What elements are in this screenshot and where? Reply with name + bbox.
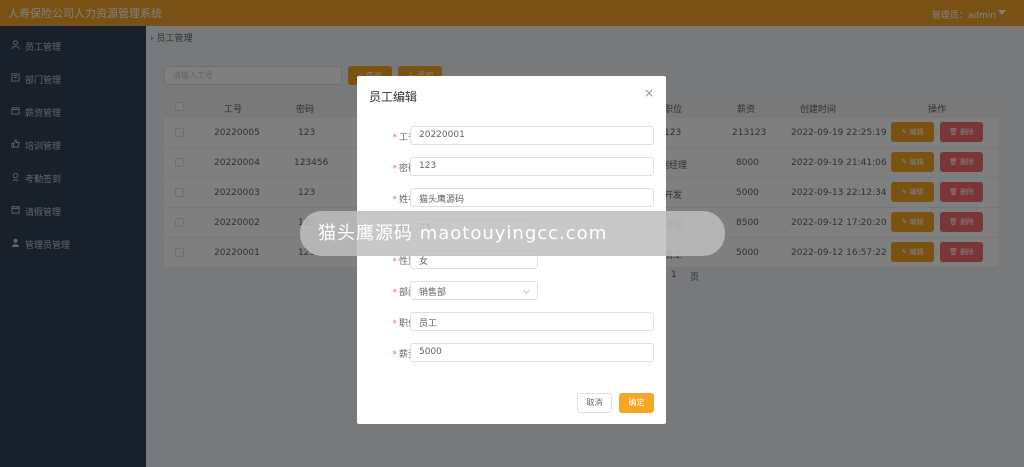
close-icon[interactable]: × bbox=[644, 86, 654, 100]
department-select-value: 销售部 bbox=[419, 288, 447, 298]
salary-field[interactable]: 5000 bbox=[410, 343, 654, 362]
watermark: 猫头鹰源码 maotouyingcc.com bbox=[300, 211, 725, 256]
position-field[interactable]: 员工 bbox=[410, 312, 654, 331]
id-field[interactable]: 20220001 bbox=[410, 126, 654, 145]
password-field[interactable]: 123 bbox=[410, 157, 654, 176]
chevron-down-icon bbox=[522, 286, 531, 295]
department-select[interactable]: 销售部 bbox=[410, 281, 538, 300]
name-field[interactable]: 猫头鹰源码 bbox=[410, 188, 654, 207]
confirm-button[interactable]: 确定 bbox=[619, 393, 654, 413]
dialog-title: 员工编辑 bbox=[369, 90, 418, 104]
cancel-button[interactable]: 取消 bbox=[577, 393, 612, 413]
